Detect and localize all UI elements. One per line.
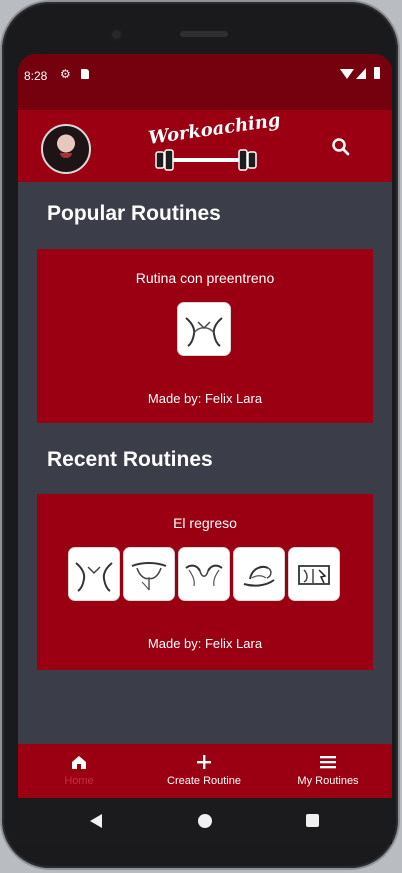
logo-text: Workoaching [147, 109, 282, 149]
recent-routines-heading: Recent Routines [47, 448, 213, 471]
bicep-muscle-icon [233, 547, 285, 601]
avatar[interactable] [41, 124, 91, 174]
app-screen: 8:28 ⚙ Workoaching Popular Routines Ruti… [18, 54, 392, 798]
quad-muscle-icon [288, 547, 340, 601]
routine-author: Made by: Felix Lara [147, 636, 263, 651]
back-icon[interactable] [90, 814, 102, 828]
lat-muscle-icon [177, 302, 231, 356]
wifi-icon [340, 69, 354, 79]
exercise-thumbnails [68, 547, 344, 605]
home-circle-icon[interactable] [198, 814, 212, 828]
routine-card-recent[interactable]: El regreso Made by: Felix Lara [37, 494, 373, 670]
lat-muscle-icon [68, 547, 120, 601]
phone-frame: 8:28 ⚙ Workoaching Popular Routines Ruti… [2, 2, 398, 868]
nav-my-routines[interactable]: My Routines [273, 751, 383, 795]
signal-icon [356, 68, 366, 79]
earpiece-speaker [180, 31, 228, 37]
bottom-navigation: Home Create Routine My Routines [18, 744, 392, 798]
chest-muscle-icon [123, 547, 175, 601]
routine-card-popular[interactable]: Rutina con preentreno Made by: Felix Lar… [37, 249, 373, 423]
app-bar: Workoaching [18, 110, 392, 182]
routine-name: El regreso [173, 515, 237, 531]
nav-create-routine-label: Create Routine [167, 775, 241, 787]
recent-apps-icon[interactable] [306, 814, 319, 827]
popular-routines-heading: Popular Routines [47, 202, 221, 225]
routine-name: Rutina con preentreno [135, 270, 275, 286]
routine-author: Made by: Felix Lara [147, 391, 263, 406]
system-navigation [18, 798, 392, 844]
sd-card-icon [81, 69, 89, 79]
status-bar: 8:28 ⚙ [18, 54, 392, 110]
shoulder-muscle-icon [178, 547, 230, 601]
nav-home-label: Home [64, 775, 94, 787]
nav-create-routine[interactable]: Create Routine [149, 751, 259, 795]
menu-icon [273, 751, 383, 773]
home-icon [24, 751, 134, 773]
front-camera-icon [110, 28, 123, 41]
nav-home[interactable]: Home [24, 751, 134, 795]
search-icon[interactable] [329, 135, 353, 159]
gear-icon: ⚙ [60, 67, 71, 81]
status-time: 8:28 [24, 69, 48, 83]
battery-icon [374, 67, 380, 79]
barbell-icon [155, 149, 257, 171]
app-logo: Workoaching [146, 110, 282, 178]
plus-icon [149, 751, 259, 773]
nav-my-routines-label: My Routines [297, 775, 359, 787]
